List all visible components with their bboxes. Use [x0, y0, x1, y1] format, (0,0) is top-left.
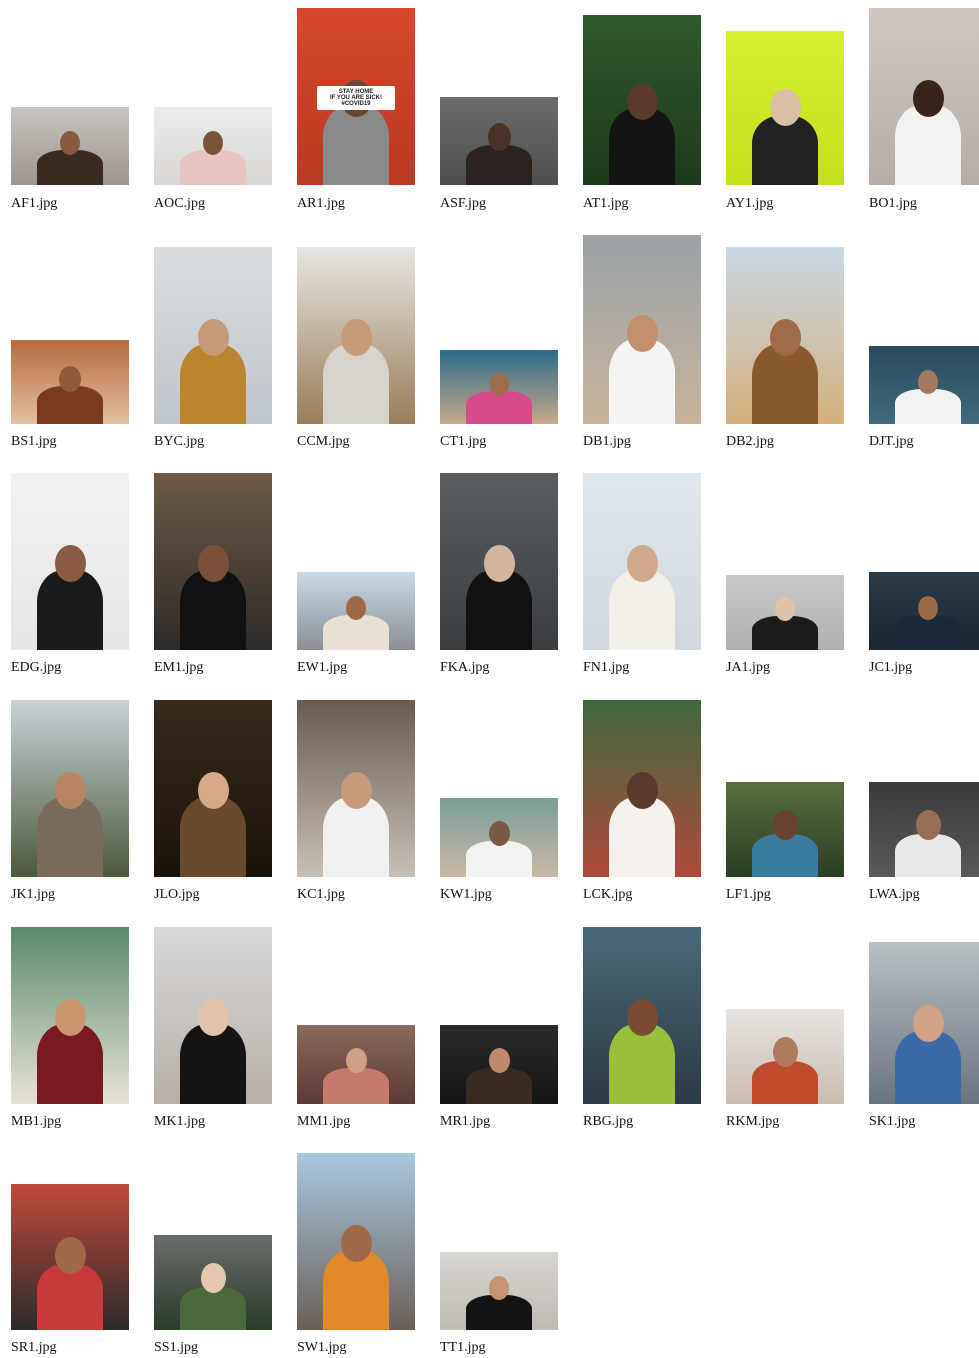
thumbnail-image[interactable]: [11, 700, 129, 877]
thumbnail-image[interactable]: [11, 927, 129, 1104]
thumbnail-image[interactable]: [11, 107, 129, 185]
file-name-label: DB2.jpg: [726, 434, 774, 449]
file-name-label: LWA.jpg: [869, 887, 920, 902]
thumbnail-image[interactable]: [440, 350, 558, 424]
thumbnail-image[interactable]: [583, 235, 701, 424]
thumbnail-image[interactable]: [297, 1025, 415, 1104]
thumbnail-image[interactable]: [726, 575, 844, 650]
file-name-label: JA1.jpg: [726, 660, 770, 675]
thumbnail-image[interactable]: [154, 1235, 272, 1330]
file-name-label: MB1.jpg: [11, 1114, 62, 1129]
file-name-label: LCK.jpg: [583, 887, 633, 902]
thumbnail-image[interactable]: [11, 1184, 129, 1330]
thumbnail-image[interactable]: [869, 8, 979, 185]
file-name-label: KC1.jpg: [297, 887, 345, 902]
thumbnail-image[interactable]: [583, 700, 701, 877]
file-name-label: JC1.jpg: [869, 660, 913, 675]
thumbnail-image[interactable]: [297, 1153, 415, 1330]
thumbnail-image[interactable]: [154, 700, 272, 877]
file-name-label: DJT.jpg: [869, 434, 914, 449]
thumbnail-image[interactable]: [440, 473, 558, 650]
file-name-label: AOC.jpg: [154, 196, 205, 211]
file-name-label: KW1.jpg: [440, 887, 492, 902]
file-name-label: SR1.jpg: [11, 1340, 57, 1355]
file-name-label: BO1.jpg: [869, 196, 917, 211]
thumbnail-image[interactable]: [154, 927, 272, 1104]
thumbnail-image[interactable]: [583, 473, 701, 650]
file-name-label: SW1.jpg: [297, 1340, 347, 1355]
thumbnail-image[interactable]: [154, 247, 272, 424]
file-name-label: MR1.jpg: [440, 1114, 491, 1129]
file-name-label: EW1.jpg: [297, 660, 348, 675]
file-name-label: BYC.jpg: [154, 434, 205, 449]
thumbnail-image[interactable]: [154, 107, 272, 185]
file-name-label: AT1.jpg: [583, 196, 629, 211]
thumbnail-image[interactable]: [726, 782, 844, 877]
thumbnail-image[interactable]: [440, 1025, 558, 1104]
file-name-label: RKM.jpg: [726, 1114, 780, 1129]
thumbnail-image[interactable]: [440, 798, 558, 877]
file-name-label: JLO.jpg: [154, 887, 200, 902]
file-name-label: SK1.jpg: [869, 1114, 916, 1129]
file-grid: AF1.jpg AOC.jpg STAY HOME IF YOU ARE SICK!…: [0, 0, 979, 1358]
file-name-label: TT1.jpg: [440, 1340, 486, 1355]
thumbnail-image[interactable]: [297, 572, 415, 650]
file-name-label: MK1.jpg: [154, 1114, 205, 1129]
file-name-label: CT1.jpg: [440, 434, 487, 449]
thumbnail-image[interactable]: STAY HOME IF YOU ARE SICK! #COVID19: [297, 8, 415, 185]
thumbnail-image[interactable]: [583, 15, 701, 185]
file-name-label: BS1.jpg: [11, 434, 57, 449]
file-name-label: AY1.jpg: [726, 196, 774, 211]
thumbnail-image[interactable]: [869, 346, 979, 424]
file-name-label: ASF.jpg: [440, 196, 486, 211]
thumbnail-image[interactable]: [297, 247, 415, 424]
file-name-label: LF1.jpg: [726, 887, 771, 902]
file-name-label: JK1.jpg: [11, 887, 55, 902]
thumbnail-image[interactable]: [154, 473, 272, 650]
thumbnail-image[interactable]: [583, 927, 701, 1104]
file-name-label: FKA.jpg: [440, 660, 490, 675]
thumbnail-image[interactable]: [869, 782, 979, 877]
thumbnail-image[interactable]: [726, 31, 844, 185]
thumbnail-image[interactable]: [440, 97, 558, 185]
file-name-label: SS1.jpg: [154, 1340, 198, 1355]
thumbnail-image[interactable]: [726, 247, 844, 424]
file-name-label: DB1.jpg: [583, 434, 631, 449]
thumbnail-image[interactable]: [440, 1252, 558, 1330]
thumbnail-image[interactable]: [297, 700, 415, 877]
thumbnail-image[interactable]: [869, 942, 979, 1104]
file-name-label: FN1.jpg: [583, 660, 630, 675]
file-name-label: EM1.jpg: [154, 660, 204, 675]
file-name-label: AR1.jpg: [297, 196, 345, 211]
thumbnail-image[interactable]: [726, 1009, 844, 1104]
thumbnail-image[interactable]: [11, 473, 129, 650]
file-name-label: RBG.jpg: [583, 1114, 634, 1129]
file-name-label: AF1.jpg: [11, 196, 58, 211]
sign-text: STAY HOME IF YOU ARE SICK! #COVID19: [317, 86, 395, 110]
file-name-label: MM1.jpg: [297, 1114, 351, 1129]
thumbnail-image[interactable]: [869, 572, 979, 650]
thumbnail-image[interactable]: [11, 340, 129, 424]
file-name-label: EDG.jpg: [11, 660, 62, 675]
file-name-label: CCM.jpg: [297, 434, 350, 449]
